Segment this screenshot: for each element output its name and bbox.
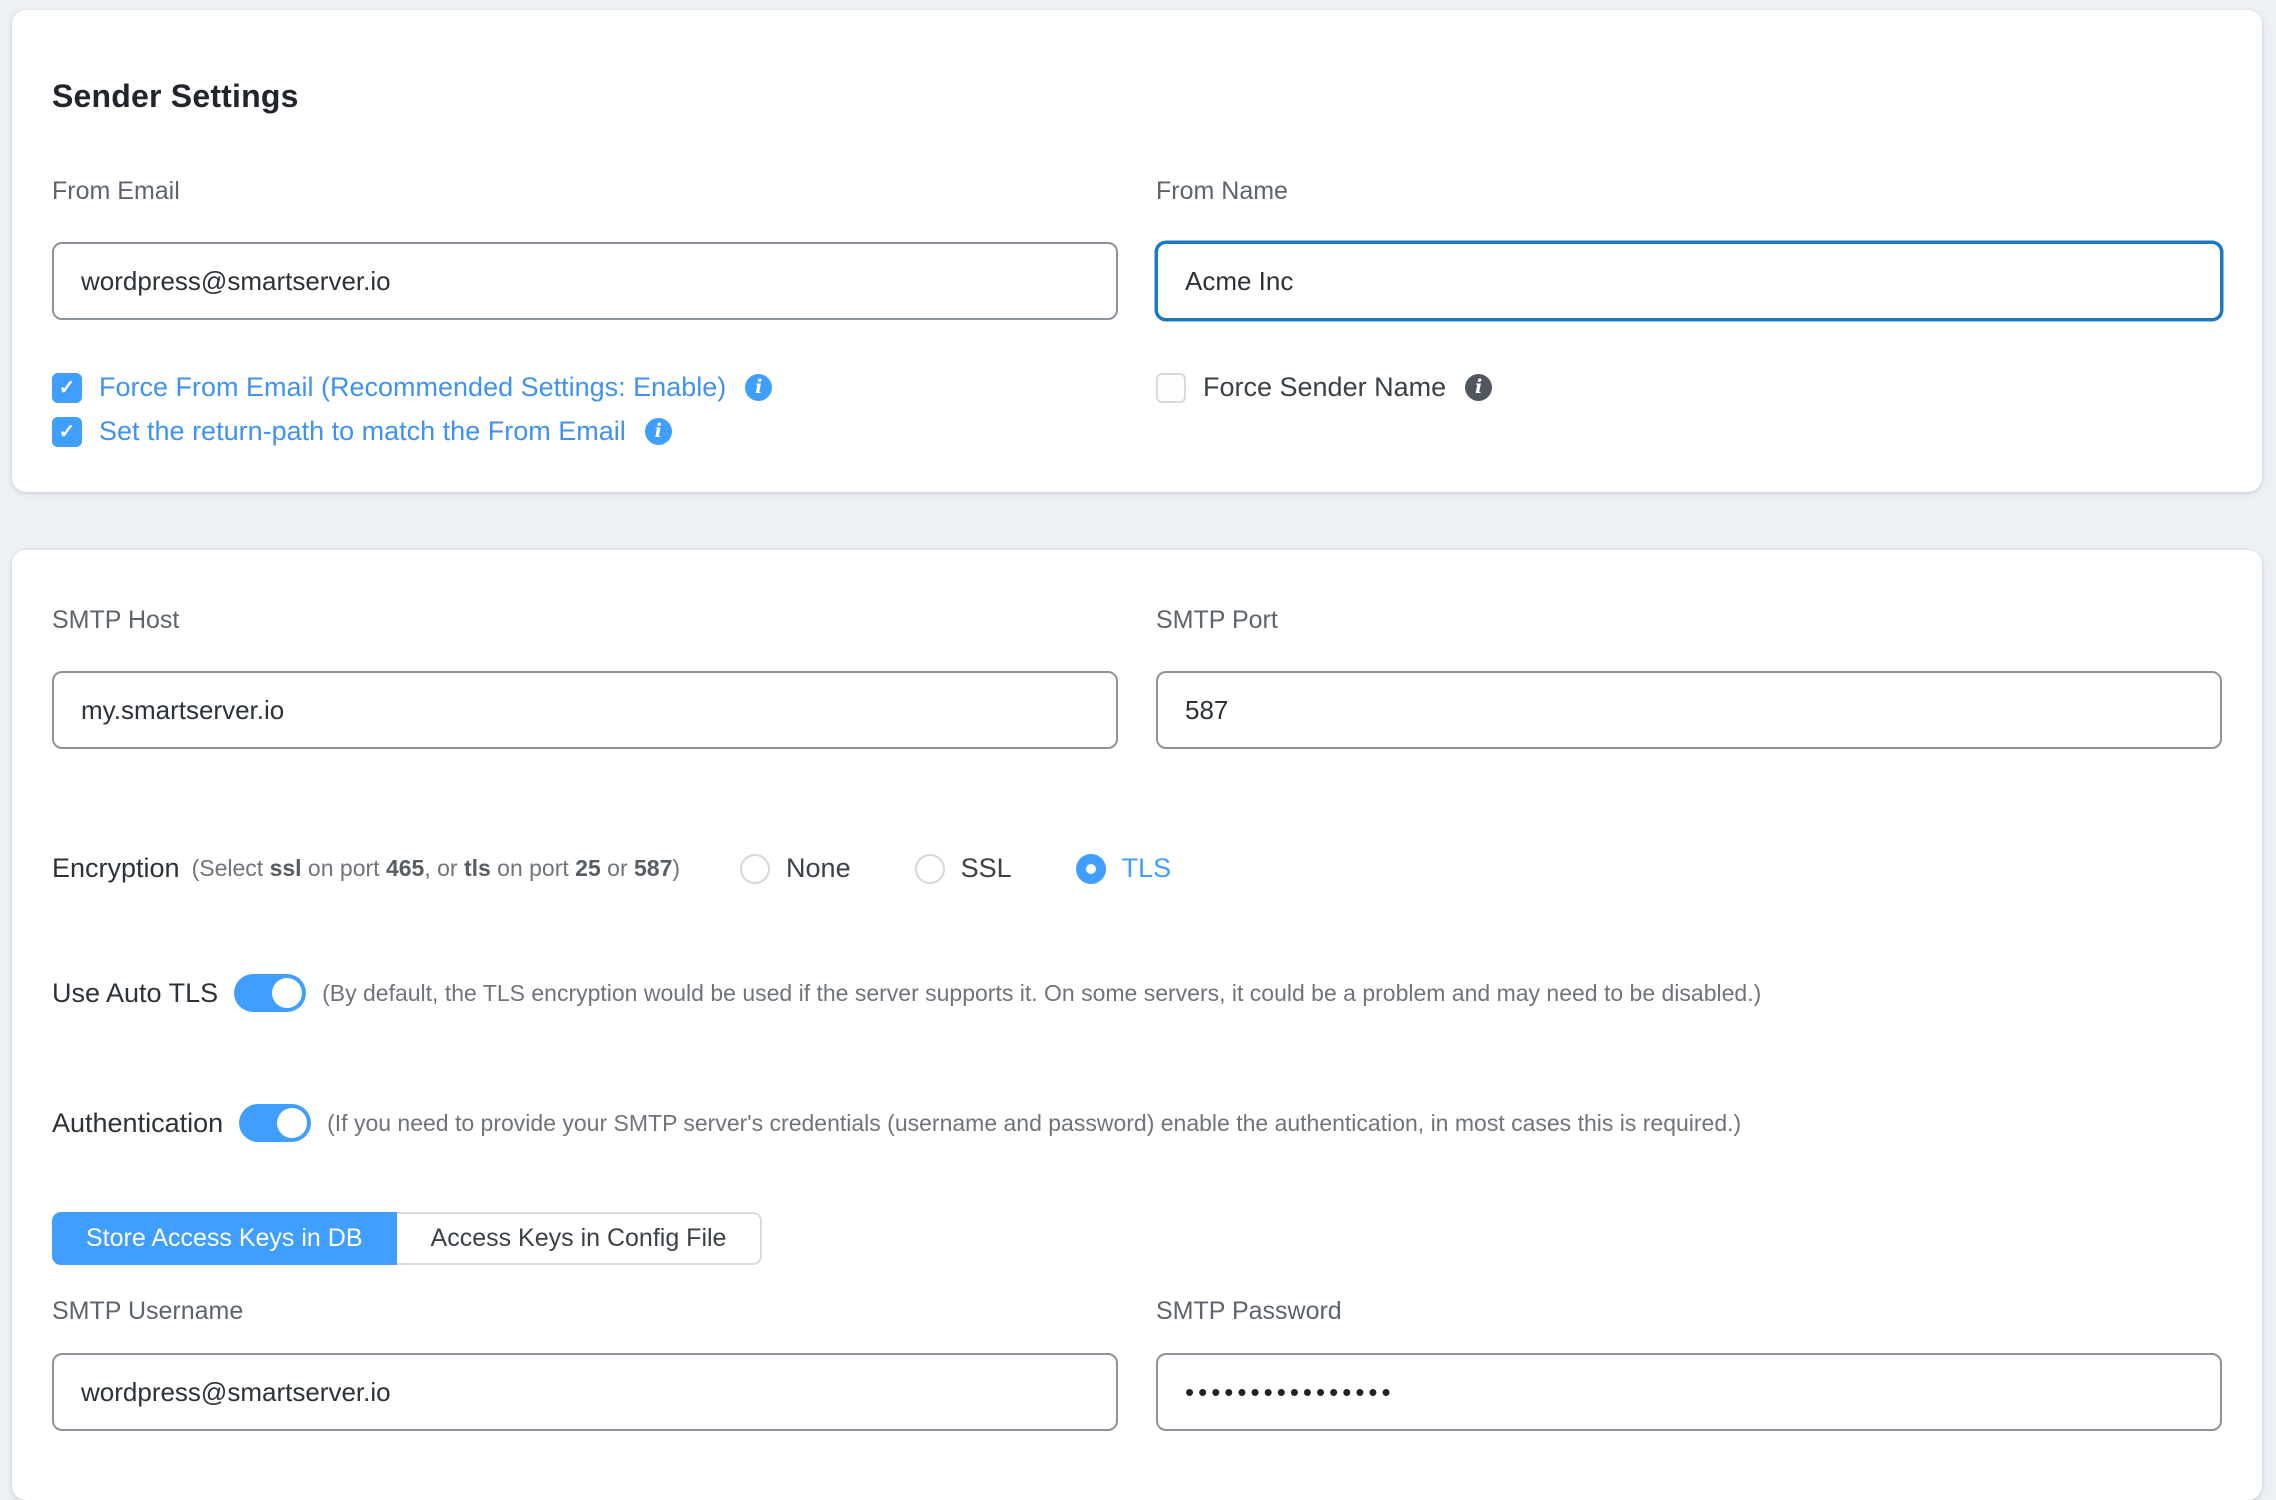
smtp-host-input[interactable] [52, 671, 1118, 749]
smtp-username-label: SMTP Username [52, 1297, 1118, 1326]
sender-name-options: Force Sender Name i [1156, 372, 2222, 447]
tab-store-keys-db[interactable]: Store Access Keys in DB [52, 1212, 397, 1265]
sender-settings-card: Sender Settings From Email From Name ✓ F… [12, 10, 2262, 492]
auto-tls-hint: (By default, the TLS encryption would be… [322, 980, 1761, 1007]
auto-tls-row: Use Auto TLS (By default, the TLS encryp… [52, 974, 2222, 1012]
smtp-host-label: SMTP Host [52, 606, 1118, 635]
encryption-ssl-label: SSL [961, 853, 1012, 884]
smtp-port-label: SMTP Port [1156, 606, 2222, 635]
encryption-option-tls[interactable]: TLS [1076, 853, 1172, 884]
encryption-option-none[interactable]: None [740, 853, 851, 884]
smtp-username-input[interactable] [52, 1353, 1118, 1431]
encryption-label: Encryption [52, 853, 180, 884]
sender-email-options: ✓ Force From Email (Recommended Settings… [52, 372, 1118, 447]
smtp-settings-card: SMTP Host SMTP Port Encryption (Select s… [12, 550, 2262, 1500]
key-storage-tabs: Store Access Keys in DB Access Keys in C… [52, 1212, 762, 1265]
return-path-label: Set the return-path to match the From Em… [99, 416, 626, 447]
sender-settings-title: Sender Settings [52, 10, 2222, 115]
smtp-password-input[interactable] [1156, 1353, 2222, 1431]
force-sender-name-checkbox-unchecked[interactable] [1156, 373, 1186, 403]
radio-selected-icon[interactable] [1076, 854, 1106, 884]
smtp-credentials-grid: SMTP Username SMTP Password [52, 1297, 2222, 1431]
auto-tls-toggle-on[interactable] [234, 974, 306, 1012]
sender-fields-grid: From Email From Name [52, 177, 2222, 320]
from-email-field-group: From Email [52, 177, 1118, 320]
smtp-password-label: SMTP Password [1156, 1297, 2222, 1326]
from-email-label: From Email [52, 177, 1118, 206]
encryption-hint: (Select ssl on port 465, or tls on port … [192, 855, 680, 882]
sender-options-grid: ✓ Force From Email (Recommended Settings… [52, 320, 2222, 447]
smtp-host-field-group: SMTP Host [52, 606, 1118, 749]
from-name-input[interactable] [1156, 242, 2222, 320]
info-icon[interactable]: i [745, 374, 772, 401]
authentication-label: Authentication [52, 1108, 223, 1139]
from-name-field-group: From Name [1156, 177, 2222, 320]
return-path-option[interactable]: ✓ Set the return-path to match the From … [52, 416, 1118, 447]
from-name-label: From Name [1156, 177, 2222, 206]
authentication-row: Authentication (If you need to provide y… [52, 1104, 2222, 1142]
encryption-row: Encryption (Select ssl on port 465, or t… [52, 853, 2222, 884]
force-sender-name-option[interactable]: Force Sender Name i [1156, 372, 2222, 403]
authentication-hint: (If you need to provide your SMTP server… [327, 1110, 1741, 1137]
info-icon[interactable]: i [1465, 374, 1492, 401]
return-path-checkbox-checked[interactable]: ✓ [52, 417, 82, 447]
auto-tls-label: Use Auto TLS [52, 978, 218, 1009]
authentication-toggle-on[interactable] [239, 1104, 311, 1142]
force-from-email-checkbox-checked[interactable]: ✓ [52, 373, 82, 403]
smtp-port-input[interactable] [1156, 671, 2222, 749]
radio-unselected-icon[interactable] [915, 854, 945, 884]
force-from-email-option[interactable]: ✓ Force From Email (Recommended Settings… [52, 372, 1118, 403]
smtp-port-field-group: SMTP Port [1156, 606, 2222, 749]
smtp-settings-page: { "theme": { "primary_blue": "#409eff", … [0, 0, 2276, 1464]
encryption-option-ssl[interactable]: SSL [915, 853, 1012, 884]
tab-keys-config-file[interactable]: Access Keys in Config File [397, 1212, 763, 1265]
from-email-input[interactable] [52, 242, 1118, 320]
force-from-email-label: Force From Email (Recommended Settings: … [99, 372, 726, 403]
force-sender-name-label: Force Sender Name [1203, 372, 1446, 403]
smtp-hostport-grid: SMTP Host SMTP Port [52, 606, 2222, 749]
encryption-none-label: None [786, 853, 851, 884]
encryption-radio-group: None SSL TLS [740, 853, 1171, 884]
smtp-password-field-group: SMTP Password [1156, 1297, 2222, 1431]
radio-unselected-icon[interactable] [740, 854, 770, 884]
smtp-username-field-group: SMTP Username [52, 1297, 1118, 1431]
info-icon[interactable]: i [645, 418, 672, 445]
encryption-tls-label: TLS [1122, 853, 1172, 884]
